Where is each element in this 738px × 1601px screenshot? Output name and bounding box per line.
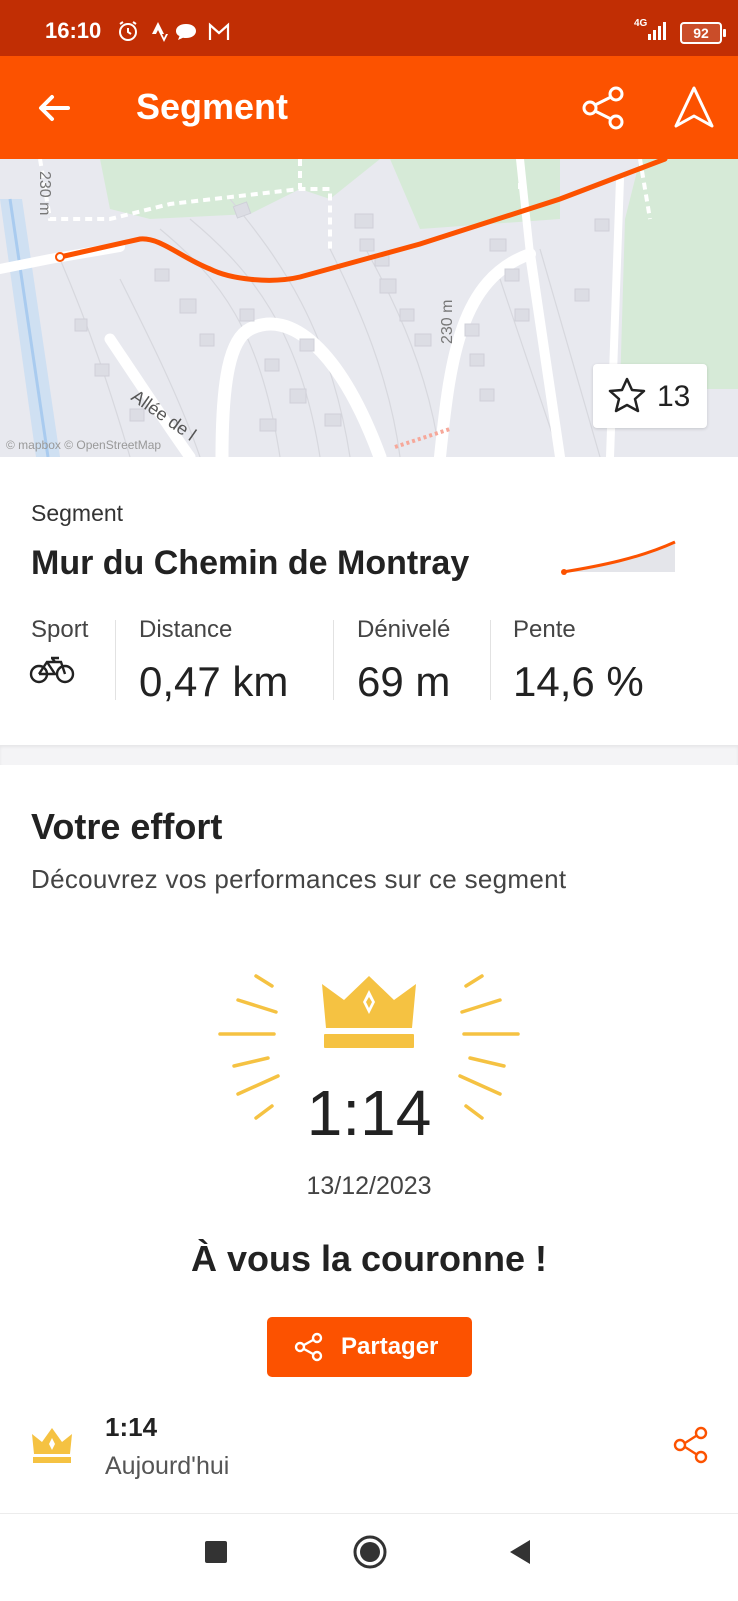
stat-sport-label: Sport [31, 616, 89, 643]
section-divider [0, 745, 738, 765]
stat-grade-value: 14,6 % [513, 658, 644, 705]
svg-text:230 m: 230 m [439, 300, 456, 344]
effort-date: 13/12/2023 [306, 1172, 432, 1200]
park-area [620, 159, 738, 389]
elevation-profile [560, 540, 678, 585]
divider [333, 620, 334, 700]
battery-level: 92 [693, 25, 709, 41]
park-area [390, 159, 560, 229]
effort-title: Votre effort [31, 806, 223, 847]
share-icon [673, 1426, 708, 1464]
star-icon [608, 377, 646, 413]
page-title: Segment [136, 86, 289, 127]
share-button[interactable]: Partager [267, 1317, 472, 1377]
segment-label: Segment [31, 500, 124, 526]
alarm-icon [119, 21, 137, 41]
gmail-icon [208, 22, 230, 40]
history-date: Aujourd'hui [105, 1452, 230, 1480]
back-arrow-icon[interactable] [34, 88, 74, 128]
battery-icon: 92 [680, 22, 726, 44]
status-time: 16:10 [45, 18, 102, 43]
history-time: 1:14 [105, 1412, 158, 1442]
stat-distance-value: 0,47 km [139, 658, 289, 705]
star-button[interactable]: 13 [593, 364, 707, 428]
star-count: 13 [657, 380, 691, 413]
signal-icon [648, 22, 666, 40]
status-bar: 16:10 4G 92 [0, 0, 738, 56]
svg-text:4G: 4G [634, 18, 648, 29]
message-icon [176, 24, 196, 40]
effort-subtitle: Découvrez vos performances sur ce segmen… [31, 864, 567, 894]
system-nav-bar [0, 1513, 738, 1601]
divider [490, 620, 491, 700]
svg-text:230 m: 230 m [36, 171, 53, 215]
recent-apps-icon[interactable] [205, 1541, 227, 1563]
navigation-icon[interactable] [670, 84, 718, 137]
home-icon[interactable] [352, 1534, 388, 1570]
app-bar: Segment [0, 56, 738, 159]
crown-message: À vous la couronne ! [190, 1238, 548, 1279]
segment-name: Mur du Chemin de Montray [31, 544, 470, 582]
share-icon[interactable] [580, 84, 628, 137]
share-button-label: Partager [341, 1333, 439, 1360]
crown-icon [32, 1428, 72, 1463]
network-indicator: 4G [634, 14, 680, 49]
strava-notification-icon [152, 22, 168, 42]
divider [115, 620, 116, 700]
stat-distance-label: Distance [139, 616, 233, 643]
bike-icon [29, 652, 75, 691]
best-time: 1:14 [306, 1077, 432, 1149]
back-icon[interactable] [508, 1538, 534, 1566]
map-attribution: © mapbox © OpenStreetMap [6, 438, 162, 452]
stat-elevation-label: Dénivelé [357, 616, 451, 643]
share-icon [294, 1332, 323, 1362]
stat-grade-label: Pente [513, 616, 576, 643]
stat-elevation-value: 69 m [357, 658, 451, 705]
status-notification-icons [118, 20, 258, 49]
